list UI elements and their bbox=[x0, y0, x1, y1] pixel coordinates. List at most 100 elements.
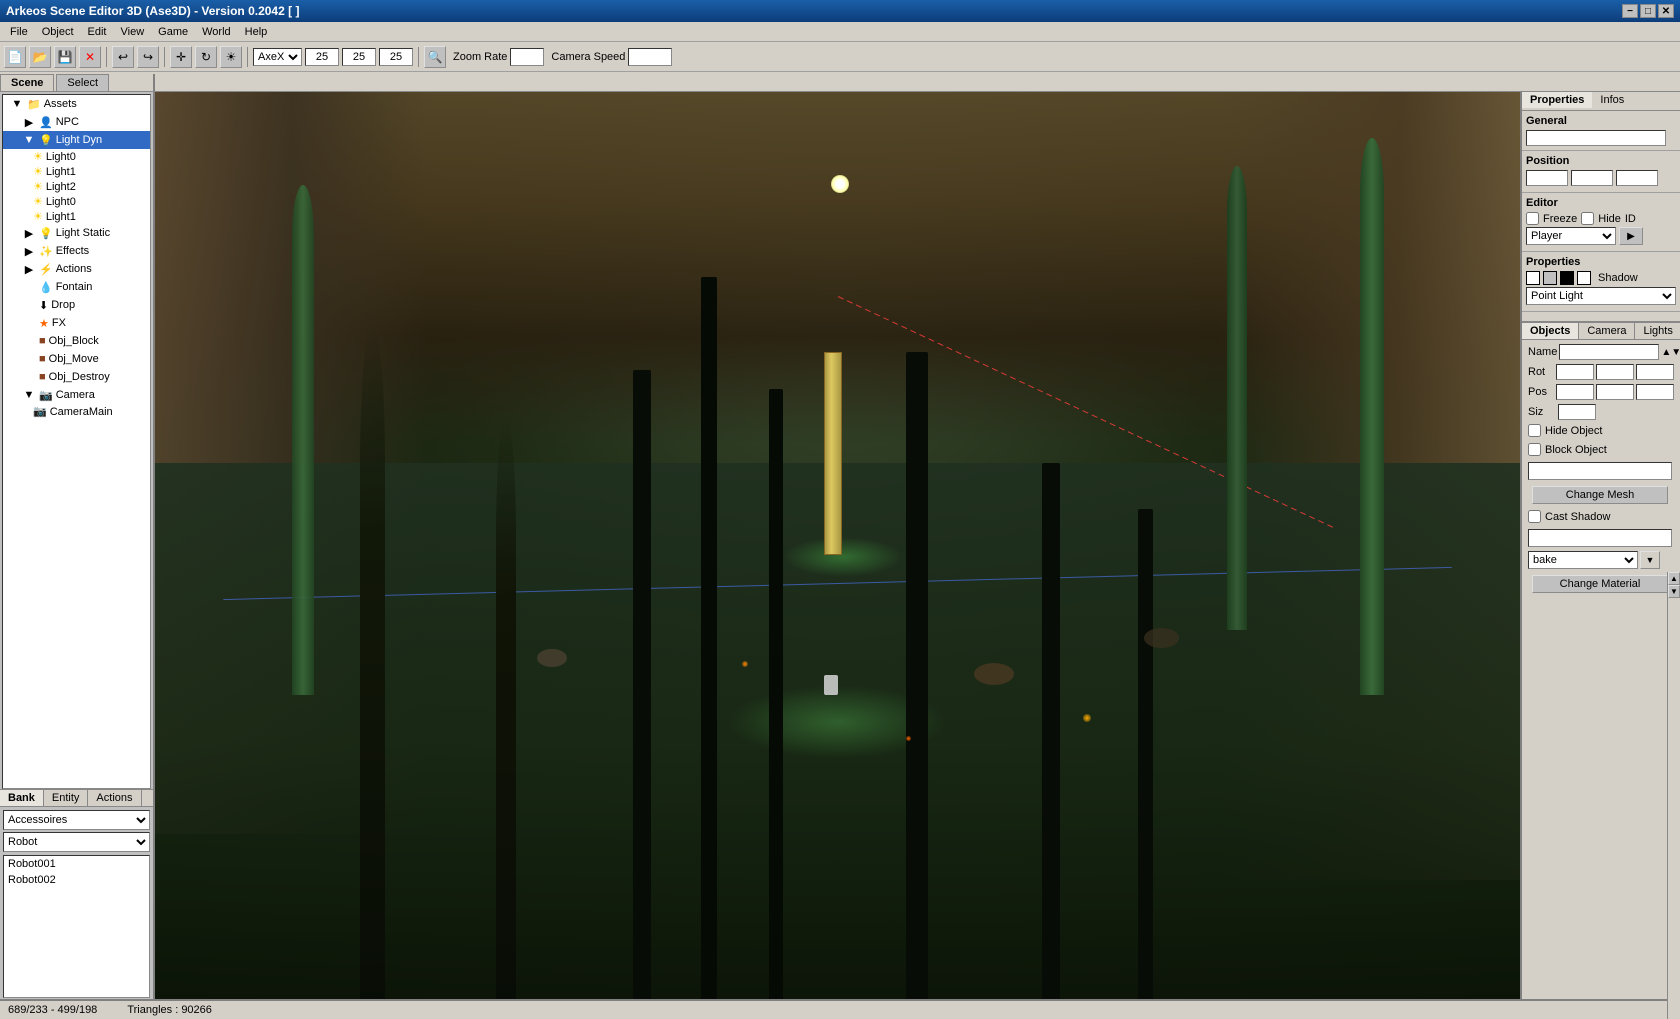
player-select[interactable]: Player bbox=[1526, 227, 1616, 245]
tab-properties[interactable]: Properties bbox=[1522, 92, 1592, 110]
pos-y-input[interactable]: 200 bbox=[1571, 170, 1613, 186]
menu-file[interactable]: File bbox=[4, 24, 34, 40]
tab-objects[interactable]: Objects bbox=[1522, 323, 1579, 339]
tab-actions[interactable]: Actions bbox=[88, 790, 141, 806]
toolbar-open[interactable]: 📂 bbox=[29, 46, 51, 68]
toolbar-redo[interactable]: ↪ bbox=[137, 46, 159, 68]
toolbar-new[interactable]: 📄 bbox=[4, 46, 26, 68]
minimize-btn[interactable]: − bbox=[1622, 4, 1638, 18]
tree-item-actions[interactable]: ▶ ⚡ Actions bbox=[3, 260, 150, 278]
tree-item-fx[interactable]: ★ FX bbox=[3, 314, 150, 332]
change-material-btn[interactable]: Change Material bbox=[1532, 575, 1668, 593]
obj-rot-z[interactable]: 0 bbox=[1636, 364, 1674, 380]
toolbar-y-input[interactable] bbox=[342, 48, 376, 66]
block-object-checkbox[interactable] bbox=[1528, 443, 1541, 456]
tree-view[interactable]: ▼ 📁 Assets ▶ 👤 NPC ▼ 💡 Light Dy bbox=[2, 94, 151, 789]
menu-object[interactable]: Object bbox=[36, 24, 80, 40]
tree-item-light0a[interactable]: ☀ Light0 bbox=[3, 149, 150, 164]
obj-rot-row: Rot 0 0 0 bbox=[1524, 362, 1678, 382]
pos-z-input[interactable]: 0 bbox=[1616, 170, 1658, 186]
hide-object-checkbox[interactable] bbox=[1528, 424, 1541, 437]
toolbar-z-input[interactable] bbox=[379, 48, 413, 66]
color-black[interactable] bbox=[1560, 271, 1574, 285]
tree-item-light0b[interactable]: ☀ Light0 bbox=[3, 194, 150, 209]
player-btn[interactable]: ▶ bbox=[1619, 227, 1643, 245]
bake-select[interactable]: bake bbox=[1528, 551, 1638, 569]
scroll-down[interactable]: ▼ bbox=[1668, 585, 1680, 598]
menu-world[interactable]: World bbox=[196, 24, 237, 40]
cast-shadow-checkbox[interactable] bbox=[1528, 510, 1541, 523]
tree-item-lightstatic[interactable]: ▶ 💡 Light Static bbox=[3, 224, 150, 242]
tree-item-objmove[interactable]: ■ Obj_Move bbox=[3, 350, 150, 368]
close-btn[interactable]: ✕ bbox=[1658, 4, 1674, 18]
menu-edit[interactable]: Edit bbox=[82, 24, 113, 40]
entity-robot001[interactable]: Robot001 bbox=[4, 856, 149, 872]
obj-name-scroll[interactable]: ▲▼ bbox=[1661, 347, 1674, 358]
toolbar-x-input[interactable] bbox=[305, 48, 339, 66]
obj-pos-y[interactable]: -47 bbox=[1596, 384, 1634, 400]
name-input[interactable]: Light0 bbox=[1526, 130, 1666, 146]
obj-rot-y[interactable]: 0 bbox=[1596, 364, 1634, 380]
entity-list[interactable]: Robot001 Robot002 bbox=[3, 855, 150, 998]
tab-infos[interactable]: Infos bbox=[1592, 92, 1632, 110]
zoom-input[interactable]: 10 bbox=[510, 48, 544, 66]
toolbar-axis-select[interactable]: AxeXAxeYAxeZ bbox=[253, 48, 302, 66]
tree-item-light2[interactable]: ☀ Light2 bbox=[3, 179, 150, 194]
color-white2[interactable] bbox=[1577, 271, 1591, 285]
bank-category-select[interactable]: Accessoires bbox=[3, 810, 150, 830]
tab-bank[interactable]: Bank bbox=[0, 790, 44, 806]
menu-view[interactable]: View bbox=[115, 24, 151, 40]
light-type-select[interactable]: Point Light Directional Light Spot Light bbox=[1526, 287, 1676, 305]
tab-entity[interactable]: Entity bbox=[44, 790, 89, 806]
change-mesh-btn[interactable]: Change Mesh bbox=[1532, 486, 1668, 504]
toolbar-rotate[interactable]: ↻ bbox=[195, 46, 217, 68]
material-path-input[interactable] bbox=[1528, 529, 1672, 547]
toolbar-delete[interactable]: ✕ bbox=[79, 46, 101, 68]
bake-arrow[interactable]: ▼ bbox=[1640, 551, 1660, 569]
bank-type-select[interactable]: Robot bbox=[3, 832, 150, 852]
obj-name-row: Name Light0 ▲▼ bbox=[1524, 342, 1678, 362]
tab-scene[interactable]: Scene bbox=[0, 74, 54, 91]
menu-game[interactable]: Game bbox=[152, 24, 194, 40]
tree-item-assets[interactable]: ▼ 📁 Assets bbox=[3, 95, 150, 113]
obj-pos-x[interactable]: 0 bbox=[1556, 384, 1594, 400]
tree-item-objblock[interactable]: ■ Obj_Block bbox=[3, 332, 150, 350]
toolbar-sun[interactable]: ☀ bbox=[220, 46, 242, 68]
maximize-btn[interactable]: □ bbox=[1640, 4, 1656, 18]
drop-icon: ⬇ bbox=[39, 299, 48, 312]
effects-icon: ✨ bbox=[39, 245, 53, 258]
tree-item-npc[interactable]: ▶ 👤 NPC bbox=[3, 113, 150, 131]
cam-speed-input[interactable]: 282 bbox=[628, 48, 672, 66]
mesh-path-input[interactable] bbox=[1528, 462, 1672, 480]
color-gray[interactable] bbox=[1543, 271, 1557, 285]
expand-icon-eff: ▶ bbox=[21, 243, 37, 259]
toolbar-move[interactable]: ✛ bbox=[170, 46, 192, 68]
color-white1[interactable] bbox=[1526, 271, 1540, 285]
toolbar-undo[interactable]: ↩ bbox=[112, 46, 134, 68]
tree-item-drop[interactable]: ⬇ Drop bbox=[3, 296, 150, 314]
tree-item-objdestroy[interactable]: ■ Obj_Destroy bbox=[3, 368, 150, 386]
tab-camera[interactable]: Camera bbox=[1579, 323, 1635, 339]
scroll-up[interactable]: ▲ bbox=[1668, 572, 1680, 585]
menu-help[interactable]: Help bbox=[239, 24, 274, 40]
tree-item-fontain[interactable]: 💧 Fontain bbox=[3, 278, 150, 296]
tab-select[interactable]: Select bbox=[56, 74, 109, 91]
tab-lights[interactable]: Lights bbox=[1635, 323, 1680, 339]
tree-item-cameramain[interactable]: 📷 CameraMain bbox=[3, 404, 150, 419]
obj-rot-x[interactable]: 0 bbox=[1556, 364, 1594, 380]
obj-size-input[interactable]: 1 bbox=[1558, 404, 1596, 420]
obj-pos-z[interactable]: 100 bbox=[1636, 384, 1674, 400]
tree-item-lightdyn[interactable]: ▼ 💡 Light Dyn bbox=[3, 131, 150, 149]
toolbar-save[interactable]: 💾 bbox=[54, 46, 76, 68]
viewport[interactable] bbox=[155, 92, 1520, 1019]
freeze-checkbox[interactable] bbox=[1526, 212, 1539, 225]
tree-item-camera[interactable]: ▼ 📷 Camera bbox=[3, 386, 150, 404]
tree-item-light1b[interactable]: ☀ Light1 bbox=[3, 209, 150, 224]
props-tabs: Properties Infos bbox=[1522, 92, 1680, 111]
hide-checkbox[interactable] bbox=[1581, 212, 1594, 225]
pos-x-input[interactable]: 200 bbox=[1526, 170, 1568, 186]
entity-robot002[interactable]: Robot002 bbox=[4, 872, 149, 888]
obj-name-input[interactable]: Light0 bbox=[1559, 344, 1659, 360]
tree-item-light1a[interactable]: ☀ Light1 bbox=[3, 164, 150, 179]
tree-item-effects[interactable]: ▶ ✨ Effects bbox=[3, 242, 150, 260]
